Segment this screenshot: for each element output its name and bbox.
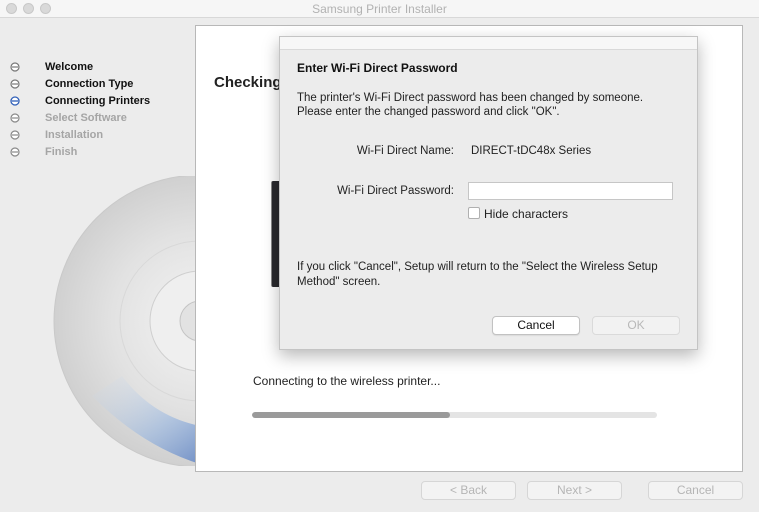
dialog-title: Enter Wi-Fi Direct Password [297,61,458,75]
wifi-direct-password-label: Wi-Fi Direct Password: [337,185,454,197]
dialog-cancel-note: If you click "Cancel", Setup will return… [297,260,682,290]
dialog-top-strip [280,37,697,50]
connection-status-text: Connecting to the wireless printer... [253,374,441,388]
dialog-message-line: Please enter the changed password and cl… [297,106,560,118]
dialog-note-line: Method" screen. [297,276,381,288]
dialog-ok-button[interactable]: OK [592,316,680,335]
cancel-installer-button[interactable]: Cancel [648,481,743,500]
step-label: Connection Type [45,78,134,90]
current-step-bullet-icon [10,96,20,106]
step-label: Installation [45,129,104,141]
next-button[interactable]: Next > [527,481,622,500]
step-bullet-icon [10,79,20,89]
wifi-direct-name-value: DIRECT-tDC48x Series [471,145,592,157]
wifi-direct-password-dialog: Enter Wi-Fi Direct Password The printer'… [279,36,698,350]
wifi-direct-name-label: Wi-Fi Direct Name: [356,145,454,157]
cd-disc-icon [53,176,202,466]
step-bullet-icon [10,113,20,123]
printer-image [271,181,279,287]
dialog-note-line: If you click "Cancel", Setup will return… [297,261,658,273]
progress-bar [252,412,657,418]
step-label: Finish [45,146,78,158]
back-button[interactable]: < Back [421,481,516,500]
progress-bar-fill [252,412,451,418]
title-bar: Samsung Printer Installer [0,0,759,18]
dialog-message-line: The printer's Wi-Fi Direct password has … [297,92,644,104]
hide-characters-checkbox[interactable] [468,207,480,219]
step-label: Welcome [45,61,94,73]
step-label: Select Software [45,112,127,124]
window-title: Samsung Printer Installer [312,2,447,16]
wifi-direct-password-input[interactable] [468,182,673,200]
dialog-cancel-button[interactable]: Cancel [492,316,580,335]
step-label: Connecting Printers [45,95,151,107]
dialog-message: The printer's Wi-Fi Direct password has … [297,91,677,119]
step-bullet-icon [10,62,20,72]
step-bullet-icon [10,147,20,157]
hide-characters-label[interactable]: Hide characters [484,207,568,221]
step-bullet-icon [10,130,20,140]
page-heading: Checking [214,74,282,91]
